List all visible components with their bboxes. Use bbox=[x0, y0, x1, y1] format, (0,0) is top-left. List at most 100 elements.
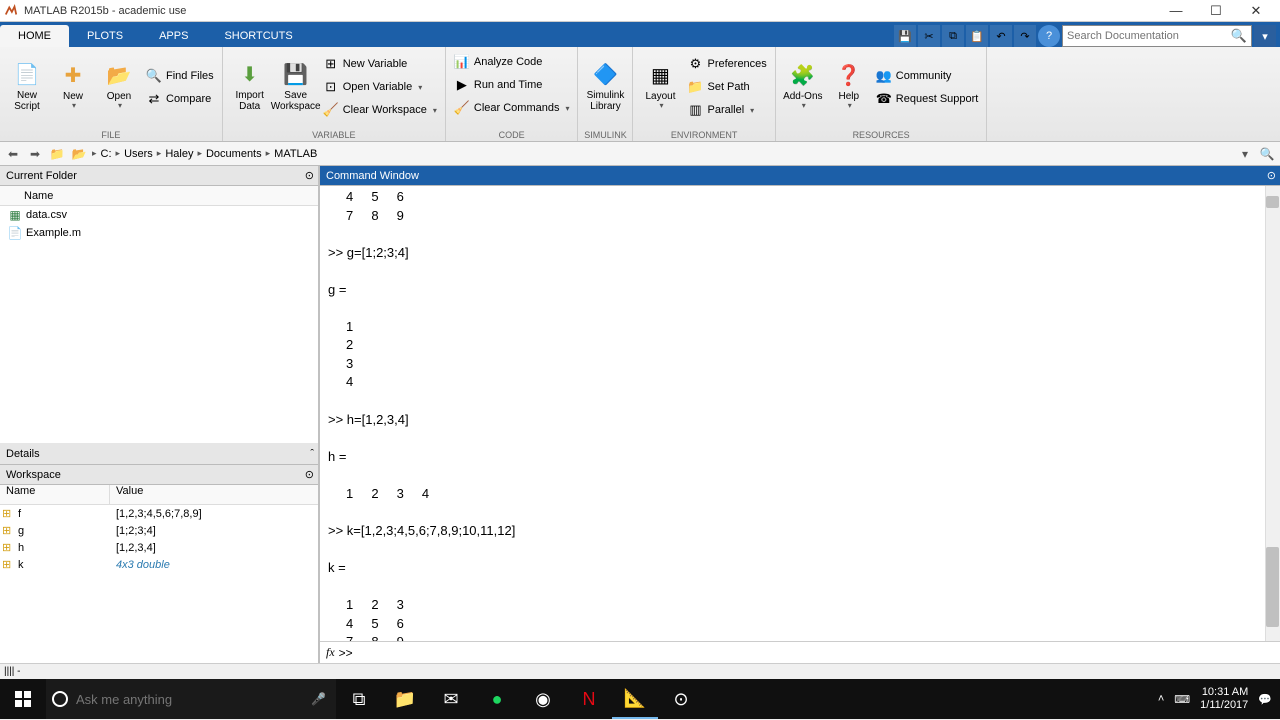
new-button[interactable]: ✚New bbox=[52, 51, 94, 123]
ws-name-column[interactable]: Name bbox=[0, 485, 110, 504]
workspace-var[interactable]: ⊞f[1,2,3;4,5,6;7,8,9] bbox=[0, 505, 318, 522]
file-item[interactable]: 📄Example.m bbox=[0, 224, 318, 242]
ws-value-column[interactable]: Value bbox=[110, 485, 318, 504]
file-explorer-icon[interactable]: 📁 bbox=[382, 679, 428, 719]
system-clock[interactable]: 10:31 AM 1/11/2017 bbox=[1200, 686, 1248, 712]
crumb-3[interactable]: Documents bbox=[206, 148, 262, 160]
nav-browse-icon[interactable]: 📂 bbox=[70, 145, 88, 163]
details-title[interactable]: Detailsˆ bbox=[0, 443, 318, 465]
simulink-library-button[interactable]: 🔷Simulink Library bbox=[584, 51, 626, 123]
analyze-code-button[interactable]: 📊Analyze Code bbox=[452, 51, 572, 73]
crumb-4[interactable]: MATLAB bbox=[274, 148, 317, 160]
path-icon: 📁 bbox=[687, 79, 703, 95]
obs-icon[interactable]: ⊙ bbox=[658, 679, 704, 719]
search-icon[interactable]: 🔍 bbox=[1231, 28, 1247, 44]
set-path-button[interactable]: 📁Set Path bbox=[685, 76, 768, 98]
qat-paste-icon[interactable]: 📋 bbox=[966, 25, 988, 47]
minimize-button[interactable]: — bbox=[1156, 1, 1196, 21]
window-title: MATLAB R2015b - academic use bbox=[24, 5, 1156, 17]
qat-cut-icon[interactable]: ✂ bbox=[918, 25, 940, 47]
command-window-title[interactable]: Command Window⊙ bbox=[320, 166, 1280, 186]
import-data-button[interactable]: ⬇Import Data bbox=[229, 51, 271, 123]
tab-home[interactable]: HOME bbox=[0, 25, 69, 47]
command-window[interactable]: 4 5 6 7 8 9 >> g=[1;2;3;4] g = 1 2 3 4 >… bbox=[320, 186, 1280, 641]
community-button[interactable]: 👥Community bbox=[874, 65, 981, 87]
task-view-icon[interactable]: ⧉ bbox=[336, 679, 382, 719]
parallel-button[interactable]: ▥Parallel bbox=[685, 99, 768, 121]
new-script-button[interactable]: 📄New Script bbox=[6, 51, 48, 123]
command-window-scrollbar[interactable] bbox=[1265, 186, 1280, 641]
cortana-input[interactable] bbox=[76, 692, 303, 707]
tab-plots[interactable]: PLOTS bbox=[69, 25, 141, 47]
matlab-taskbar-icon[interactable]: 📐 bbox=[612, 679, 658, 719]
qat-copy-icon[interactable]: ⧉ bbox=[942, 25, 964, 47]
crumb-2[interactable]: Haley bbox=[165, 148, 193, 160]
keyboard-icon[interactable]: ⌨ bbox=[1174, 693, 1190, 706]
workspace-var[interactable]: ⊞g[1;2;3;4] bbox=[0, 522, 318, 539]
workspace-title[interactable]: Workspace⊙ bbox=[0, 465, 318, 485]
request-support-button[interactable]: ☎Request Support bbox=[874, 88, 981, 110]
path-search-icon[interactable]: 🔍 bbox=[1258, 145, 1276, 163]
start-button[interactable] bbox=[0, 679, 46, 719]
qat-undo-icon[interactable]: ↶ bbox=[990, 25, 1012, 47]
help-button[interactable]: ❓Help bbox=[828, 51, 870, 123]
maximize-button[interactable]: ☐ bbox=[1196, 1, 1236, 21]
command-prompt-bar[interactable]: fx >> bbox=[320, 641, 1280, 663]
current-folder-title[interactable]: Current Folder⊙ bbox=[0, 166, 318, 186]
search-input[interactable] bbox=[1067, 30, 1231, 42]
addons-button[interactable]: 🧩Add-Ons bbox=[782, 51, 824, 123]
compare-button[interactable]: ⇄Compare bbox=[144, 88, 216, 110]
import-icon: ⬇ bbox=[238, 63, 262, 87]
group-simulink-label: SIMULINK bbox=[578, 130, 632, 140]
cf-name-column[interactable]: Name bbox=[0, 186, 318, 206]
preferences-button[interactable]: ⚙Preferences bbox=[685, 53, 768, 75]
netflix-icon[interactable]: N bbox=[566, 679, 612, 719]
command-prompt: >> bbox=[339, 646, 353, 660]
notifications-icon[interactable]: 💬 bbox=[1258, 693, 1272, 706]
toolstrip-tabs: HOME PLOTS APPS SHORTCUTS 💾 ✂ ⧉ 📋 ↶ ↷ ? … bbox=[0, 22, 1280, 47]
find-files-button[interactable]: 🔍Find Files bbox=[144, 65, 216, 87]
clear-workspace-button[interactable]: 🧹Clear Workspace bbox=[321, 99, 439, 121]
cortana-search[interactable]: 🎤 bbox=[46, 679, 336, 719]
open-button[interactable]: 📂Open bbox=[98, 51, 140, 123]
spotify-icon[interactable]: ● bbox=[474, 679, 520, 719]
details-expand-icon[interactable]: ˆ bbox=[310, 448, 314, 460]
workspace-var[interactable]: ⊞h[1,2,3,4] bbox=[0, 539, 318, 556]
path-dropdown-icon[interactable]: ▾ bbox=[1236, 145, 1254, 163]
tab-shortcuts[interactable]: SHORTCUTS bbox=[206, 25, 310, 47]
qat-redo-icon[interactable]: ↷ bbox=[1014, 25, 1036, 47]
run-and-time-button[interactable]: ▶Run and Time bbox=[452, 74, 572, 96]
user-dropdown[interactable]: ▾ bbox=[1254, 25, 1276, 47]
clear-commands-button[interactable]: 🧹Clear Commands bbox=[452, 97, 572, 119]
open-variable-button[interactable]: ⊡Open Variable bbox=[321, 76, 439, 98]
tab-apps[interactable]: APPS bbox=[141, 25, 206, 47]
crumb-0[interactable]: C: bbox=[101, 148, 112, 160]
windows-taskbar: 🎤 ⧉ 📁 ✉ ● ◉ N 📐 ⊙ ˄ ⌨ 10:31 AM 1/11/2017… bbox=[0, 679, 1280, 719]
close-button[interactable]: ✕ bbox=[1236, 1, 1276, 21]
qat-save-icon[interactable]: 💾 bbox=[894, 25, 916, 47]
nav-forward-icon[interactable]: ➡ bbox=[26, 145, 44, 163]
workspace-menu-icon[interactable]: ⊙ bbox=[305, 468, 314, 481]
nav-back-icon[interactable]: ⬅ bbox=[4, 145, 22, 163]
save-icon: 💾 bbox=[284, 63, 308, 87]
crumb-1[interactable]: Users bbox=[124, 148, 153, 160]
new-variable-button[interactable]: ⊞New Variable bbox=[321, 53, 439, 75]
current-folder-menu-icon[interactable]: ⊙ bbox=[305, 169, 314, 182]
new-variable-icon: ⊞ bbox=[323, 56, 339, 72]
qat-help-icon[interactable]: ? bbox=[1038, 25, 1060, 47]
nav-up-icon[interactable]: 📁 bbox=[48, 145, 66, 163]
chrome-icon[interactable]: ◉ bbox=[520, 679, 566, 719]
gear-icon: ⚙ bbox=[687, 56, 703, 72]
simulink-icon: 🔷 bbox=[593, 63, 617, 87]
command-window-menu-icon[interactable]: ⊙ bbox=[1267, 169, 1276, 182]
search-documentation[interactable]: 🔍 bbox=[1062, 25, 1252, 47]
save-workspace-button[interactable]: 💾Save Workspace bbox=[275, 51, 317, 123]
tray-expand-icon[interactable]: ˄ bbox=[1158, 693, 1164, 705]
layout-button[interactable]: ▦Layout bbox=[639, 51, 681, 123]
mail-icon[interactable]: ✉ bbox=[428, 679, 474, 719]
matrix-icon: ⊞ bbox=[2, 541, 16, 555]
workspace-var[interactable]: ⊞k4x3 double bbox=[0, 556, 318, 573]
fx-icon[interactable]: fx bbox=[326, 645, 335, 660]
file-item[interactable]: ▦data.csv bbox=[0, 206, 318, 224]
mic-icon[interactable]: 🎤 bbox=[311, 692, 326, 706]
